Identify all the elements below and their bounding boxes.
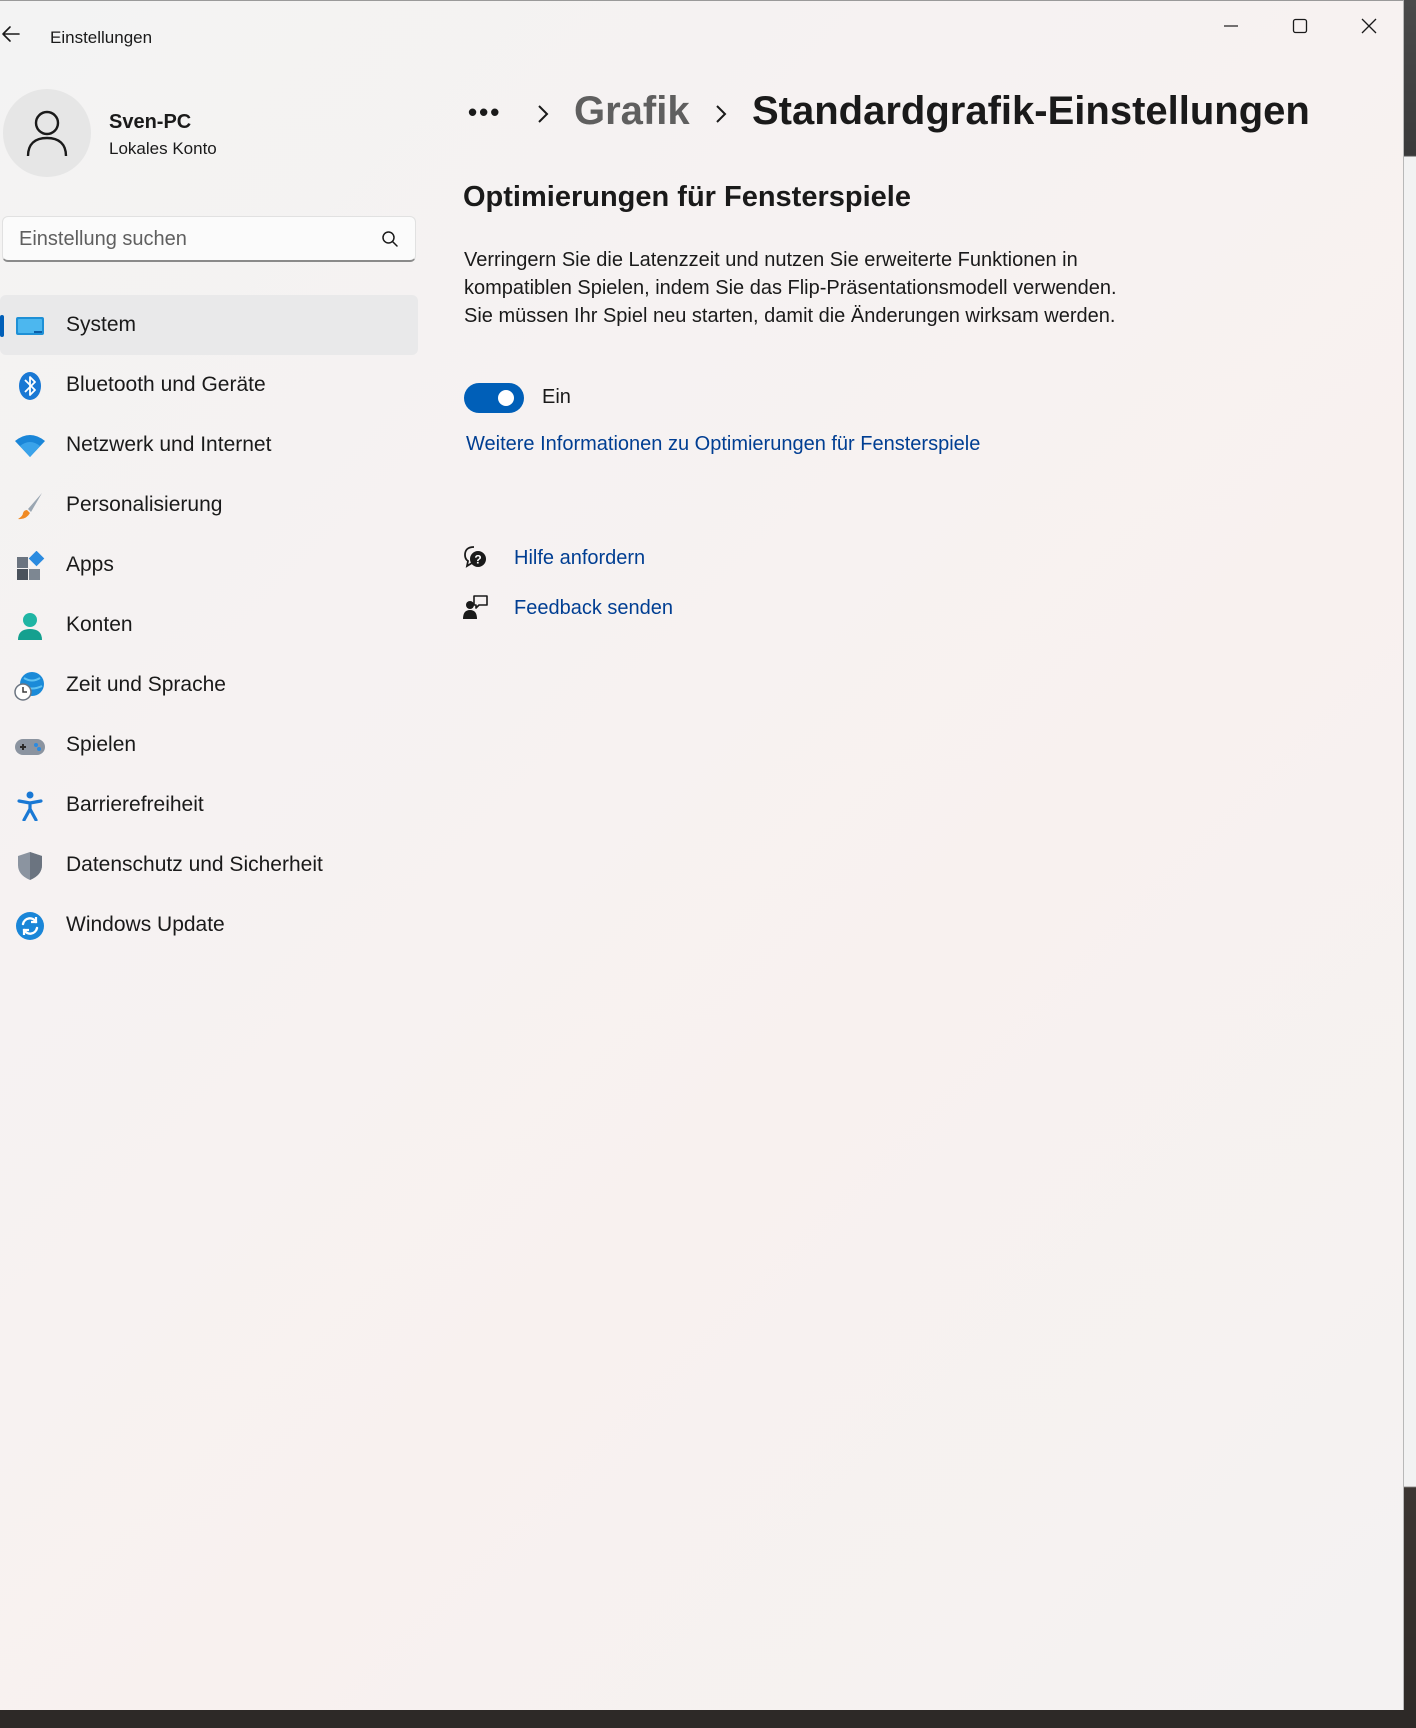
get-help-link[interactable]: Hilfe anfordern: [514, 547, 645, 570]
globe-clock-icon: [14, 672, 44, 701]
sidebar-item-label: Barrierefreiheit: [66, 793, 204, 816]
back-button[interactable]: [0, 23, 24, 53]
update-icon: [16, 912, 44, 940]
brush-icon: [18, 493, 42, 520]
svg-text:?: ?: [474, 553, 481, 567]
close-icon: [1361, 18, 1377, 34]
sidebar-item-gaming[interactable]: Spielen: [0, 715, 418, 775]
sidebar-item-label: Bluetooth und Geräte: [66, 373, 266, 396]
page-title: Standardgrafik-Einstellungen: [752, 89, 1310, 133]
avatar[interactable]: [3, 89, 91, 177]
maximize-button[interactable]: [1266, 5, 1334, 47]
profile-account-type: Lokales Konto: [109, 139, 217, 158]
help-chat-icon: ?: [464, 546, 486, 568]
feedback-icon: [463, 595, 488, 619]
search-box: [2, 216, 416, 262]
accessibility-icon: [17, 791, 43, 821]
maximize-icon: [1292, 18, 1308, 34]
sidebar-item-bluetooth[interactable]: Bluetooth und Geräte: [0, 355, 418, 415]
system-icon: [16, 317, 44, 335]
close-button[interactable]: [1335, 5, 1403, 47]
wifi-icon: [15, 435, 45, 457]
sidebar-item-label: Datenschutz und Sicherheit: [66, 853, 323, 876]
desktop-background: [0, 1710, 1416, 1728]
sidebar-item-label: Netzwerk und Internet: [66, 433, 272, 456]
breadcrumb-parent-link[interactable]: Grafik: [574, 89, 690, 134]
bluetooth-icon: [19, 372, 41, 400]
sidebar-item-label: Konten: [66, 613, 133, 636]
more-info-link[interactable]: Weitere Informationen zu Optimierungen f…: [466, 433, 980, 456]
sidebar-item-privacy-security[interactable]: Datenschutz und Sicherheit: [0, 835, 418, 895]
sidebar-item-label: Spielen: [66, 733, 137, 756]
account-icon: [18, 613, 42, 640]
sidebar-item-windows-update[interactable]: Windows Update: [0, 895, 418, 955]
sidebar-item-label: Apps: [66, 553, 114, 576]
desktop-background: [1404, 0, 1416, 1728]
gamepad-icon: [15, 739, 45, 755]
chevron-right-icon: [716, 105, 727, 123]
sidebar-item-personalization[interactable]: Personalisierung: [0, 475, 418, 535]
user-icon: [26, 110, 68, 157]
windowed-games-toggle[interactable]: [464, 383, 524, 413]
sidebar-item-accounts[interactable]: Konten: [0, 595, 418, 655]
profile-name: Sven-PC: [109, 111, 192, 133]
sidebar-item-label: Windows Update: [66, 913, 225, 936]
title-bar: Einstellungen: [0, 1, 1403, 75]
sidebar-item-network[interactable]: Netzwerk und Internet: [0, 415, 418, 475]
search-icon[interactable]: [381, 230, 399, 248]
sidebar-item-label: System: [66, 313, 137, 336]
settings-window: Einstellungen Sven-PC Lokales Konto Eins…: [0, 0, 1404, 1710]
toggle-knob: [498, 390, 514, 406]
section-description: Verringern Sie die Latenzzeit und nutzen…: [464, 249, 1117, 327]
sidebar-item-system[interactable]: System: [0, 295, 418, 355]
toggle-state-label: Ein: [542, 386, 571, 408]
send-feedback-link[interactable]: Feedback senden: [514, 597, 673, 620]
sidebar-item-label: Zeit und Sprache: [66, 673, 226, 696]
sidebar-item-apps[interactable]: Apps: [0, 535, 418, 595]
back-arrow-icon: [2, 26, 20, 42]
apps-icon: [17, 551, 45, 580]
sidebar-nav: System Bluetooth und Geräte Netzwerk und…: [0, 295, 420, 955]
sidebar-item-label: Personalisierung: [66, 493, 223, 516]
minimize-button[interactable]: [1197, 5, 1265, 47]
shield-icon: [18, 852, 42, 880]
selection-indicator: [0, 315, 4, 337]
chevron-right-icon: [538, 105, 549, 123]
minimize-icon: [1224, 25, 1238, 27]
app-title: Einstellungen: [50, 28, 153, 47]
sidebar-item-time-language[interactable]: Zeit und Sprache: [0, 655, 418, 715]
search-input[interactable]: [17, 224, 361, 254]
breadcrumb-more-button[interactable]: •••: [468, 97, 501, 128]
section-title: Optimierungen für Fensterspiele: [463, 181, 911, 213]
sidebar-item-accessibility[interactable]: Barrierefreiheit: [0, 775, 418, 835]
